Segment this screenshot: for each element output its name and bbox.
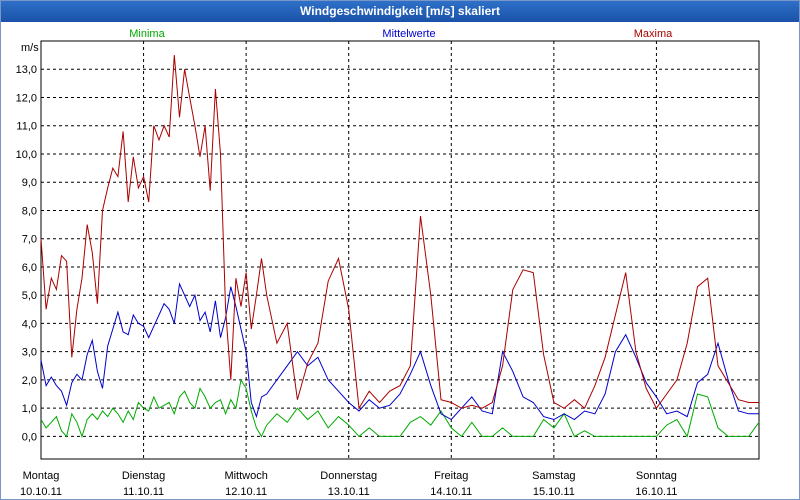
y-tick-label: 4,0	[22, 318, 37, 330]
x-tick-day: Montag	[23, 470, 60, 482]
series-lines	[40, 55, 760, 438]
x-tick-date: 10.10.11	[20, 486, 62, 498]
series-line-maxima	[40, 55, 759, 410]
x-tick-date: 14.10.11	[430, 486, 472, 498]
y-tick-label: 7,0	[22, 234, 37, 246]
plot-area	[40, 40, 760, 460]
legend-mittelwerte: Mittelwerte	[382, 28, 435, 40]
y-axis-unit: m/s	[21, 42, 39, 54]
y-tick-label: 10,0	[16, 149, 37, 161]
chart-window: Windgeschwindigkeit [m/s] skaliert Minim…	[0, 0, 800, 500]
x-tick-date: 11.10.11	[123, 486, 164, 498]
x-tick-labels: Montag 10.10.11 Dienstag 11.10.11 Mittwoch 12…	[20, 470, 677, 498]
y-tick-label: 3,0	[22, 347, 37, 359]
legend-maxima: Maxima	[634, 28, 673, 40]
y-tick-label: 0,0	[22, 431, 37, 443]
y-tick-label: 8,0	[22, 205, 37, 217]
y-tick-label: 11,0	[16, 121, 37, 133]
x-tick-date: 16.10.11	[635, 486, 677, 498]
y-tick-label: 6,0	[22, 262, 37, 274]
x-tick-day: Freitag	[434, 470, 468, 482]
x-tick-day: Samstag	[532, 470, 575, 482]
series-line-minima	[40, 378, 760, 438]
chart-svg: Minima Mittelwerte Maxima m/s 0,0 1,0 2,0 3…	[16, 28, 760, 498]
y-tick-labels: 0,0 1,0 2,0 3,0 4,0 5,0 6,0 7,0 8,0 9,0 10,0 11,0 12…	[16, 64, 37, 443]
y-tick-label: 5,0	[22, 290, 37, 302]
x-tick-date: 12.10.11	[225, 486, 267, 498]
y-tick-label: 12,0	[16, 92, 37, 104]
grid	[41, 41, 759, 459]
y-tick-label: 2,0	[22, 375, 37, 387]
x-tick-day: Donnerstag	[320, 470, 377, 482]
x-tick-day: Mittwoch	[224, 470, 267, 482]
x-tick-day: Dienstag	[122, 470, 165, 482]
x-tick-day: Sonntag	[636, 470, 677, 482]
y-tick-label: 9,0	[22, 177, 37, 189]
legend-minima: Minima	[129, 28, 165, 40]
x-tick-date: 15.10.11	[533, 486, 575, 498]
y-tick-label: 13,0	[16, 64, 37, 76]
x-tick-date: 13.10.11	[328, 486, 370, 498]
y-tick-label: 1,0	[22, 403, 37, 415]
